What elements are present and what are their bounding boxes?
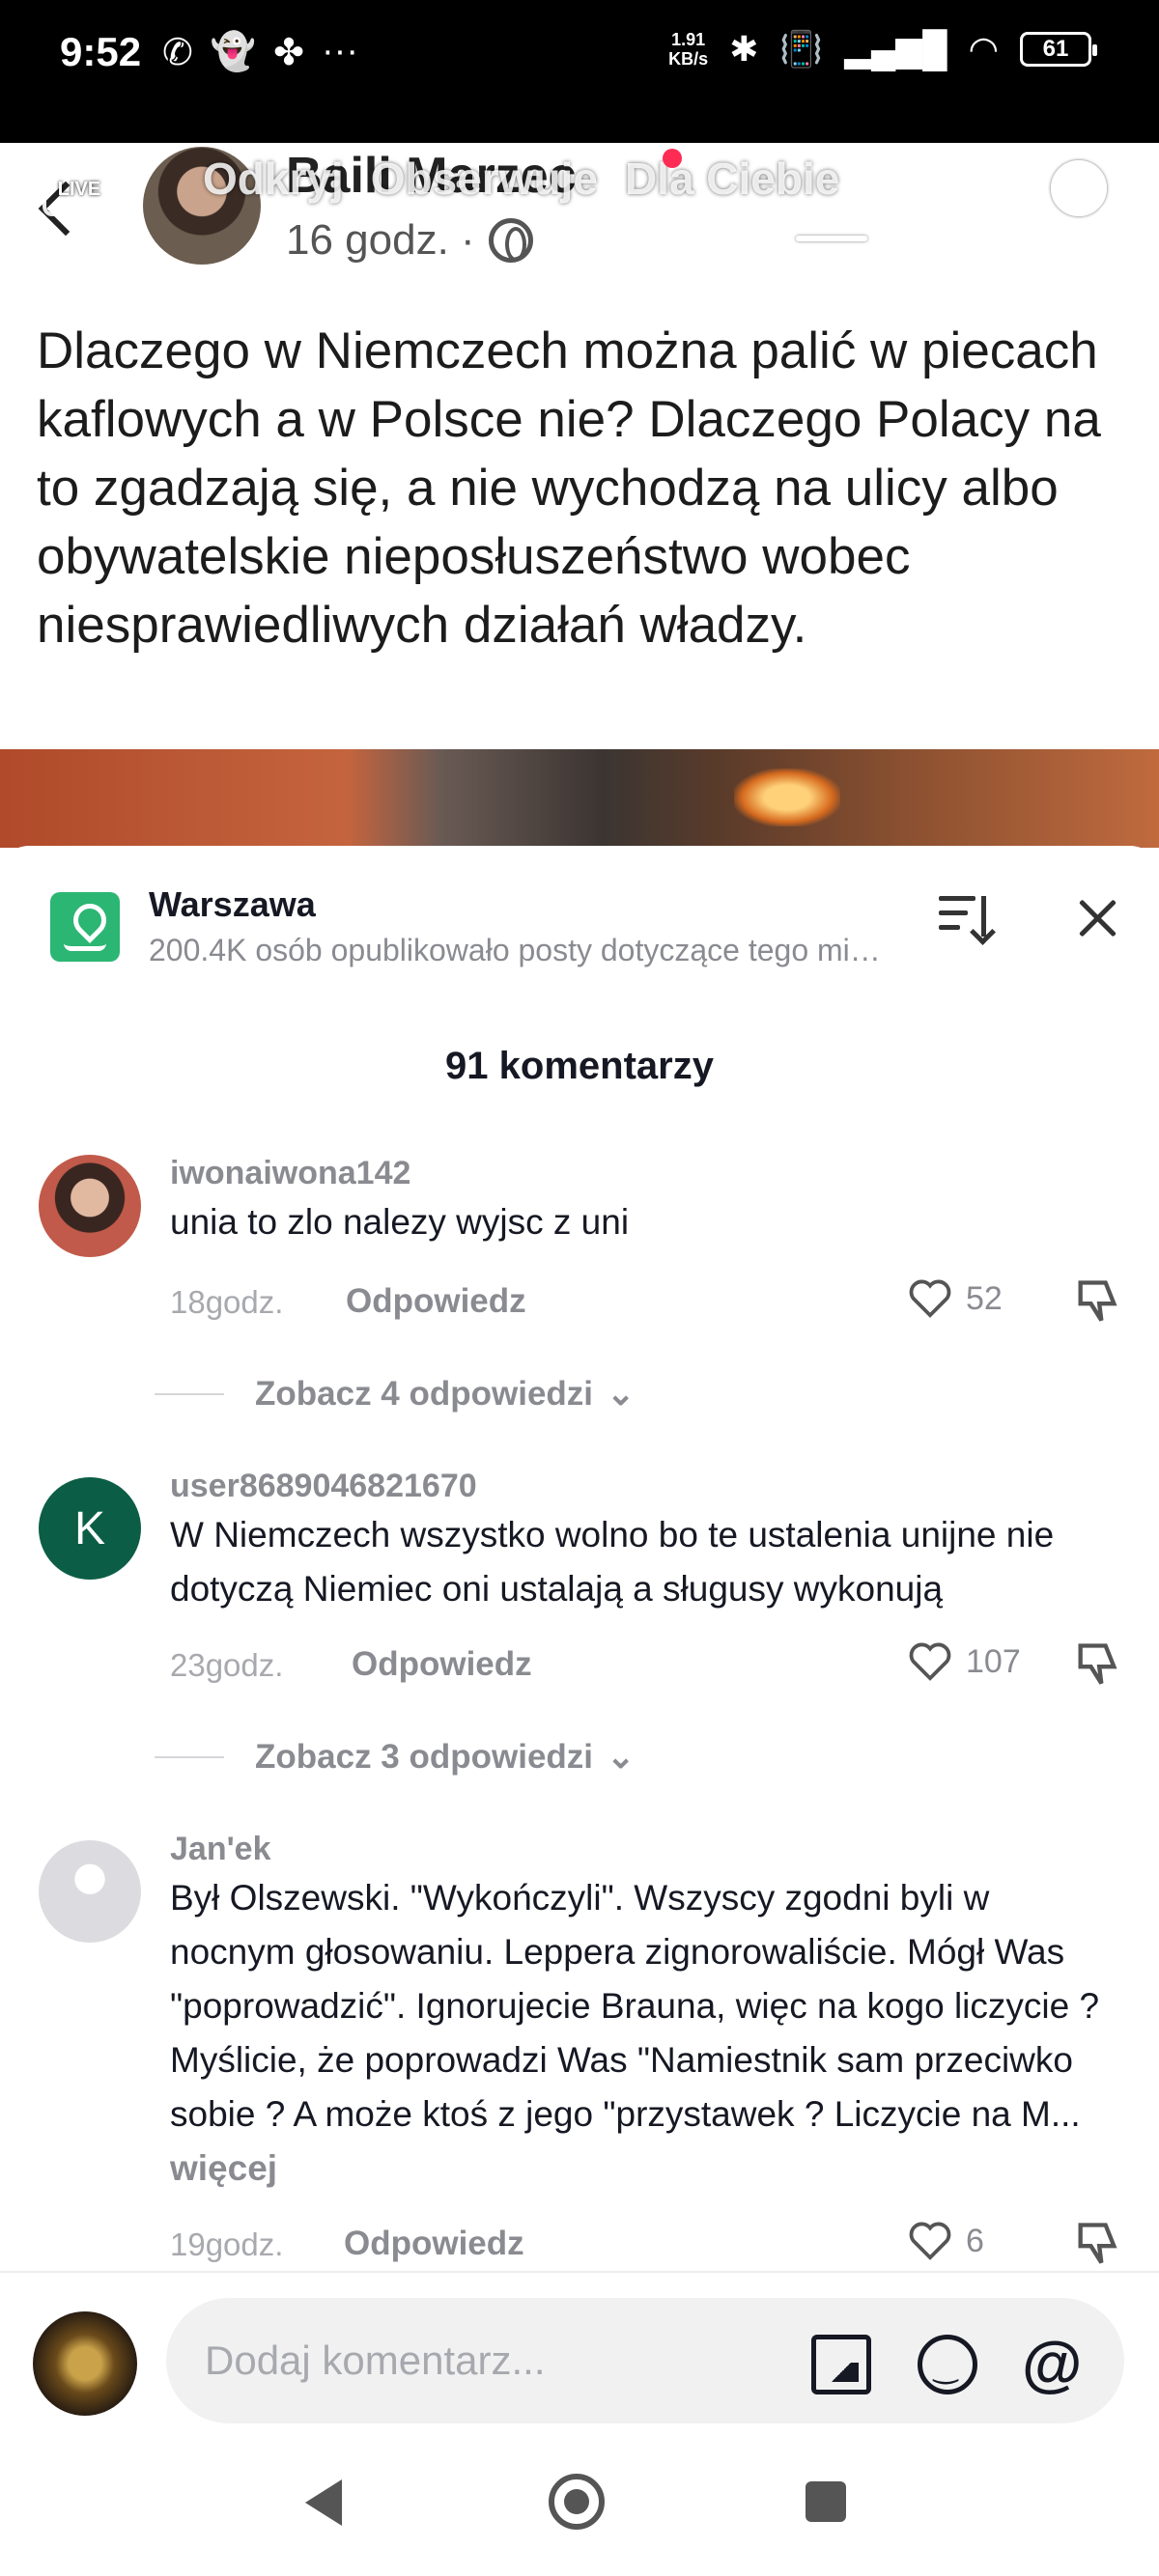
signal-icon: ▂▄▆█ — [844, 29, 947, 69]
status-time: 9:52 — [60, 29, 142, 74]
post: Baili Marzec 16 godz. · LIVE Odkryj Obse… — [0, 143, 1159, 848]
comment-item: K user8689046821670 W Niemczech wszystko… — [0, 1468, 1159, 1776]
wifi-icon: ◠ — [968, 29, 999, 69]
comment-time: 19godz. — [170, 2226, 284, 2262]
like-button[interactable]: 52 — [908, 1278, 1003, 1319]
reply-button[interactable]: Odpowiedz — [352, 1645, 532, 1684]
fire-glow — [734, 769, 840, 826]
comment-username[interactable]: Jan'ek — [170, 1831, 271, 1868]
comment-input-bar: @ — [0, 2271, 1159, 2425]
comments-sheet: Warszawa 200.4K osób opublikowało posty … — [0, 846, 1159, 2284]
tab-odkryj[interactable]: Odkryj — [203, 153, 344, 205]
tab-dla-ciebie[interactable]: Dla Ciebie — [625, 153, 839, 205]
sort-icon[interactable] — [939, 896, 993, 938]
comment-text: Był Olszewski. "Wykończyli". Wszyscy zgo… — [170, 1878, 1100, 2188]
status-bar: 9:52 ✆ 👻 ✤ ··· 1.91 KB/s ✱ 📳 ▂▄▆█ ◠ 61 — [0, 0, 1159, 143]
dislike-icon[interactable] — [1072, 1641, 1122, 1688]
comment-item: iwonaiwona142 unia to zlo nalezy wyjsc z… — [0, 1155, 1159, 1413]
chevron-down-icon: ⌄ — [607, 1375, 636, 1413]
battery-icon: 61 — [1020, 32, 1097, 67]
tab-obserwuje[interactable]: Obserwuje — [371, 153, 598, 205]
reply-button[interactable]: Odpowiedz — [346, 1282, 526, 1321]
chevron-down-icon: ⌄ — [607, 1738, 636, 1776]
top-tabs: Odkryj Obserwuje Dla Ciebie — [203, 153, 839, 205]
search-icon[interactable] — [1051, 160, 1107, 216]
status-right-icons: 1.91 KB/s ✱ 📳 ▂▄▆█ ◠ 61 — [668, 29, 1097, 70]
comment-text: unia to zlo nalezy wyjsc z uni — [170, 1202, 630, 1242]
emoji-icon[interactable] — [918, 2335, 977, 2394]
heart-icon — [908, 2221, 952, 2261]
comment-count: 91 komentarzy — [445, 1045, 714, 1087]
post-text: Dlaczego w Niemczech można palić w pieca… — [37, 322, 1101, 654]
comment-item: Jan'ek Był Olszewski. "Wykończyli". Wszy… — [0, 1831, 1159, 2284]
post-header: Baili Marzec 16 godz. · LIVE Odkryj Obse… — [0, 143, 1159, 278]
like-count: 107 — [966, 1642, 1021, 1680]
location-icon[interactable] — [50, 892, 120, 962]
comment-username[interactable]: user8689046821670 — [170, 1468, 477, 1505]
vibrate-off-icon: 📳 — [779, 29, 824, 69]
nav-back-icon[interactable] — [305, 2479, 342, 2526]
more-link[interactable]: więcej — [170, 2148, 277, 2188]
like-count: 6 — [966, 2222, 984, 2259]
dislike-icon[interactable] — [1072, 2221, 1122, 2267]
image-icon[interactable] — [811, 2335, 871, 2394]
system-nav-bar — [0, 2425, 1159, 2576]
location-subtitle[interactable]: 200.4K osób opublikowało posty dotyczące… — [149, 933, 883, 968]
post-time: 16 godz. · — [286, 216, 533, 265]
view-replies-button[interactable]: Zobacz 3 odpowiedzi ⌄ — [155, 1738, 635, 1777]
comment-time: 18godz. — [170, 1284, 284, 1320]
heart-icon — [908, 1278, 952, 1319]
comment-username[interactable]: iwonaiwona142 — [170, 1155, 410, 1192]
dislike-icon[interactable] — [1072, 1278, 1122, 1325]
view-replies-button[interactable]: Zobacz 4 odpowiedzi ⌄ — [155, 1375, 635, 1414]
like-count: 52 — [966, 1279, 1003, 1317]
reply-button[interactable]: Odpowiedz — [344, 2225, 524, 2263]
nav-recents-icon[interactable] — [806, 2481, 846, 2522]
comment-avatar[interactable] — [39, 1155, 141, 1257]
post-image[interactable] — [0, 749, 1159, 848]
network-speed: 1.91 KB/s — [668, 30, 709, 69]
bluetooth-icon: ✱ — [729, 29, 759, 69]
like-button[interactable]: 6 — [908, 2221, 984, 2261]
live-icon[interactable]: LIVE — [42, 162, 116, 216]
comment-text: W Niemczech wszystko wolno bo te ustalen… — [170, 1515, 1055, 1609]
mention-icon[interactable]: @ — [1022, 2333, 1082, 2394]
snapchat-icon: 👻 — [210, 32, 257, 72]
close-icon[interactable] — [1074, 894, 1122, 942]
whatsapp-icon: ✆ — [162, 33, 193, 73]
comment-avatar[interactable]: K — [39, 1477, 141, 1580]
globe-icon — [488, 218, 533, 263]
pinwheel-icon: ✤ — [273, 33, 305, 73]
location-title[interactable]: Warszawa — [149, 884, 316, 925]
comment-time: 23godz. — [170, 1647, 284, 1683]
heart-icon — [908, 1641, 952, 1682]
more-dots-icon: ··· — [322, 31, 358, 71]
comment-input[interactable] — [166, 2298, 1124, 2423]
comment-avatar[interactable] — [39, 1840, 141, 1943]
my-avatar[interactable] — [33, 2311, 137, 2416]
status-left-icons: ✆ 👻 ✤ ··· — [162, 31, 358, 74]
like-button[interactable]: 107 — [908, 1641, 1021, 1682]
active-tab-indicator — [796, 236, 867, 241]
notification-dot — [663, 149, 682, 168]
nav-home-icon[interactable] — [549, 2474, 605, 2530]
